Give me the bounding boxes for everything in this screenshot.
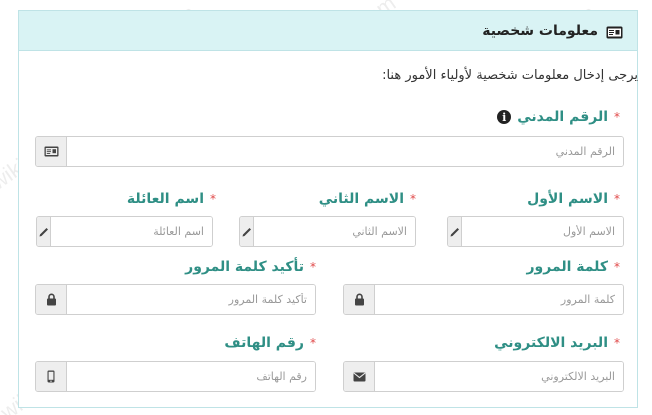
password-group xyxy=(343,284,624,315)
required-mark: * xyxy=(410,192,416,206)
password-label-text: كلمة المرور xyxy=(526,259,608,275)
phone-label: * رقم الهاتف xyxy=(224,335,316,351)
panel-heading: معلومات شخصية xyxy=(19,11,637,51)
first-name-label-text: الاسم الأول xyxy=(527,191,608,207)
civil-id-input[interactable] xyxy=(67,137,623,166)
pencil-icon xyxy=(240,217,254,246)
required-mark: * xyxy=(310,336,316,350)
second-name-group xyxy=(239,216,416,247)
first-name-group xyxy=(447,216,624,247)
phone-label-text: رقم الهاتف xyxy=(224,335,304,351)
civil-id-group xyxy=(35,136,624,167)
lock-icon xyxy=(344,285,375,314)
required-mark: * xyxy=(614,110,620,124)
id-card-icon xyxy=(606,24,623,39)
lock-icon xyxy=(36,285,67,314)
email-input[interactable] xyxy=(375,362,623,391)
family-name-group xyxy=(36,216,213,247)
email-label-text: البريد الالكتروني xyxy=(494,335,608,351)
password-input[interactable] xyxy=(375,285,623,314)
confirm-password-group xyxy=(35,284,316,315)
envelope-icon xyxy=(344,362,375,391)
first-name-input[interactable] xyxy=(462,217,623,246)
pencil-icon xyxy=(448,217,462,246)
required-mark: * xyxy=(614,336,620,350)
required-mark: * xyxy=(210,192,216,206)
phone-input[interactable] xyxy=(67,362,315,391)
second-name-label: * الاسم الثاني xyxy=(319,191,416,207)
mobile-icon xyxy=(36,362,67,391)
confirm-password-input[interactable] xyxy=(67,285,315,314)
required-mark: * xyxy=(310,260,316,274)
second-name-input[interactable] xyxy=(254,217,415,246)
civil-id-label-text: الرقم المدني xyxy=(517,109,608,125)
email-group xyxy=(343,361,624,392)
password-label: * كلمة المرور xyxy=(526,259,620,275)
phone-group xyxy=(35,361,316,392)
required-mark: * xyxy=(614,260,620,274)
second-name-label-text: الاسم الثاني xyxy=(318,191,404,207)
pencil-icon xyxy=(37,217,51,246)
info-icon[interactable]: i xyxy=(497,110,512,124)
family-name-label-text: اسم العائلة xyxy=(126,191,204,207)
panel-title: معلومات شخصية xyxy=(482,22,598,39)
confirm-password-label: * تأكيد كلمة المرور xyxy=(185,259,316,275)
first-name-label: * الاسم الأول xyxy=(527,191,620,207)
confirm-password-label-text: تأكيد كلمة المرور xyxy=(185,259,304,275)
civil-id-label: * الرقم المدني i xyxy=(497,109,620,125)
email-label: * البريد الالكتروني xyxy=(494,335,620,351)
family-name-label: * اسم العائلة xyxy=(127,191,216,207)
required-mark: * xyxy=(614,192,620,206)
family-name-input[interactable] xyxy=(51,217,212,246)
id-card-icon xyxy=(36,137,67,166)
intro-text: يرجى إدخال معلومات شخصية لأولياء الأمور … xyxy=(382,68,638,83)
